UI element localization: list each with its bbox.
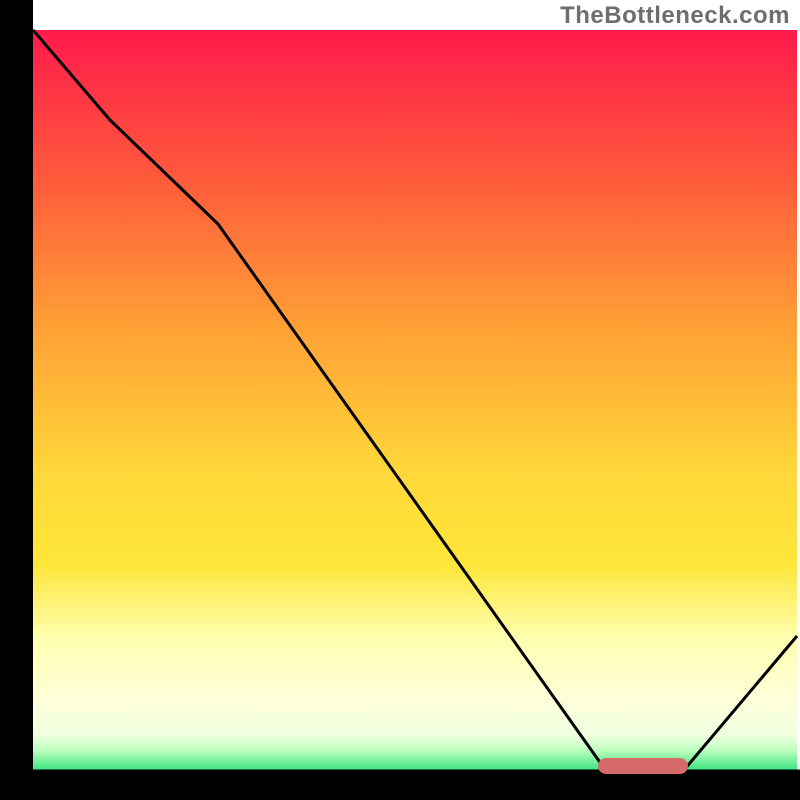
watermark-text: TheBottleneck.com bbox=[560, 2, 790, 30]
plot-background bbox=[33, 30, 797, 772]
chart-container: TheBottleneck.com bbox=[0, 0, 800, 800]
bottleneck-chart bbox=[0, 0, 800, 800]
optimal-range-marker bbox=[598, 758, 688, 774]
